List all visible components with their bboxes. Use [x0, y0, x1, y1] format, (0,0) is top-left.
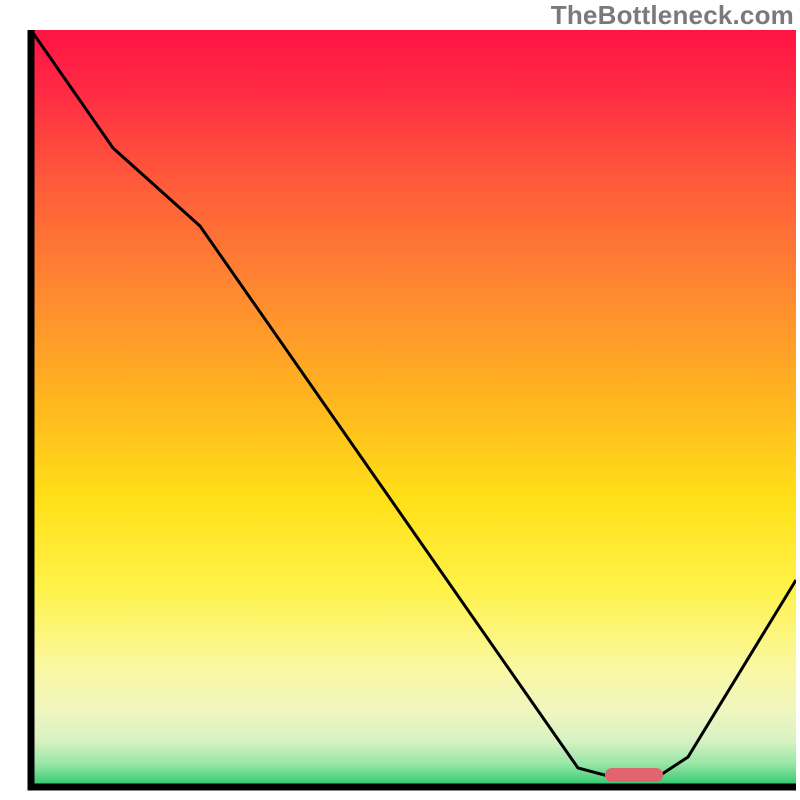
chart-svg [0, 0, 800, 800]
optimal-marker [605, 768, 663, 782]
bottleneck-chart: TheBottleneck.com [0, 0, 800, 800]
watermark-text: TheBottleneck.com [551, 0, 794, 31]
gradient-background [31, 30, 796, 787]
